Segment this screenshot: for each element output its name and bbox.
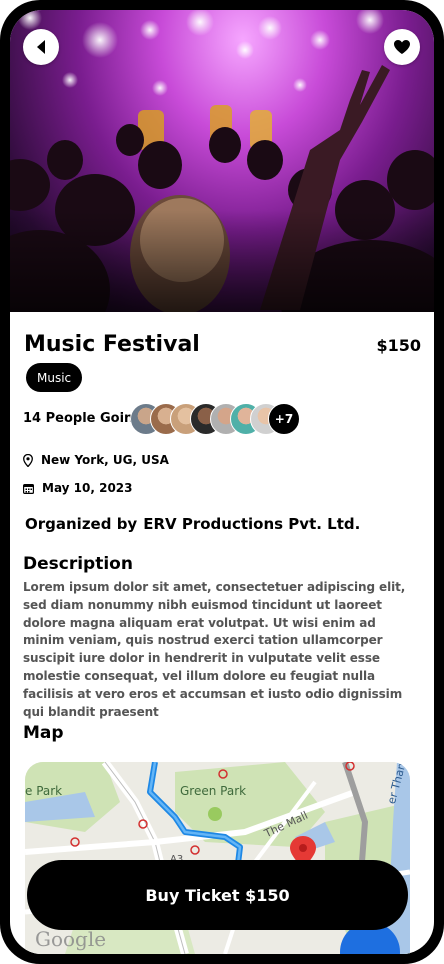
event-hero-image: [10, 10, 434, 312]
organized-by-label: Organized by: [25, 515, 138, 533]
location-row: New York, UG, USA: [23, 453, 169, 467]
category-tag[interactable]: Music: [26, 363, 83, 392]
heart-icon: [394, 40, 410, 54]
organizer-line: Organized by ERV Productions Pvt. Ltd.: [25, 515, 360, 533]
location-text: New York, UG, USA: [41, 453, 169, 467]
map-label-e-park: e Park: [25, 784, 63, 798]
attendee-avatars[interactable]: +7: [130, 403, 300, 435]
people-going-count: 14 People Going: [23, 411, 143, 426]
location-pin-icon: [23, 453, 33, 467]
buy-ticket-button[interactable]: Buy Ticket $150: [27, 860, 408, 930]
arrow-left-icon: [37, 40, 45, 54]
organizer-name[interactable]: ERV Productions Pvt. Ltd.: [143, 515, 360, 533]
event-title: Music Festival: [24, 332, 200, 357]
event-detail-screen: Music Festival $150 Music 14 People Goin…: [10, 10, 434, 954]
date-row: May 10, 2023: [23, 481, 133, 495]
concert-crowd-illustration: [10, 10, 434, 312]
event-price: $150: [376, 336, 421, 355]
back-button[interactable]: [23, 29, 59, 65]
google-logo: Google: [35, 927, 107, 951]
description-text: Lorem ipsum dolor sit amet, consectetuer…: [23, 580, 406, 719]
date-text: May 10, 2023: [42, 481, 133, 495]
more-attendees-badge: +7: [268, 403, 300, 435]
description-heading: Description: [23, 554, 133, 574]
phone-frame: Music Festival $150 Music 14 People Goin…: [0, 0, 444, 964]
calendar-icon: [23, 483, 34, 494]
map-label-green-park: Green Park: [180, 784, 247, 798]
map-heading: Map: [23, 723, 64, 743]
favorite-button[interactable]: [384, 29, 420, 65]
